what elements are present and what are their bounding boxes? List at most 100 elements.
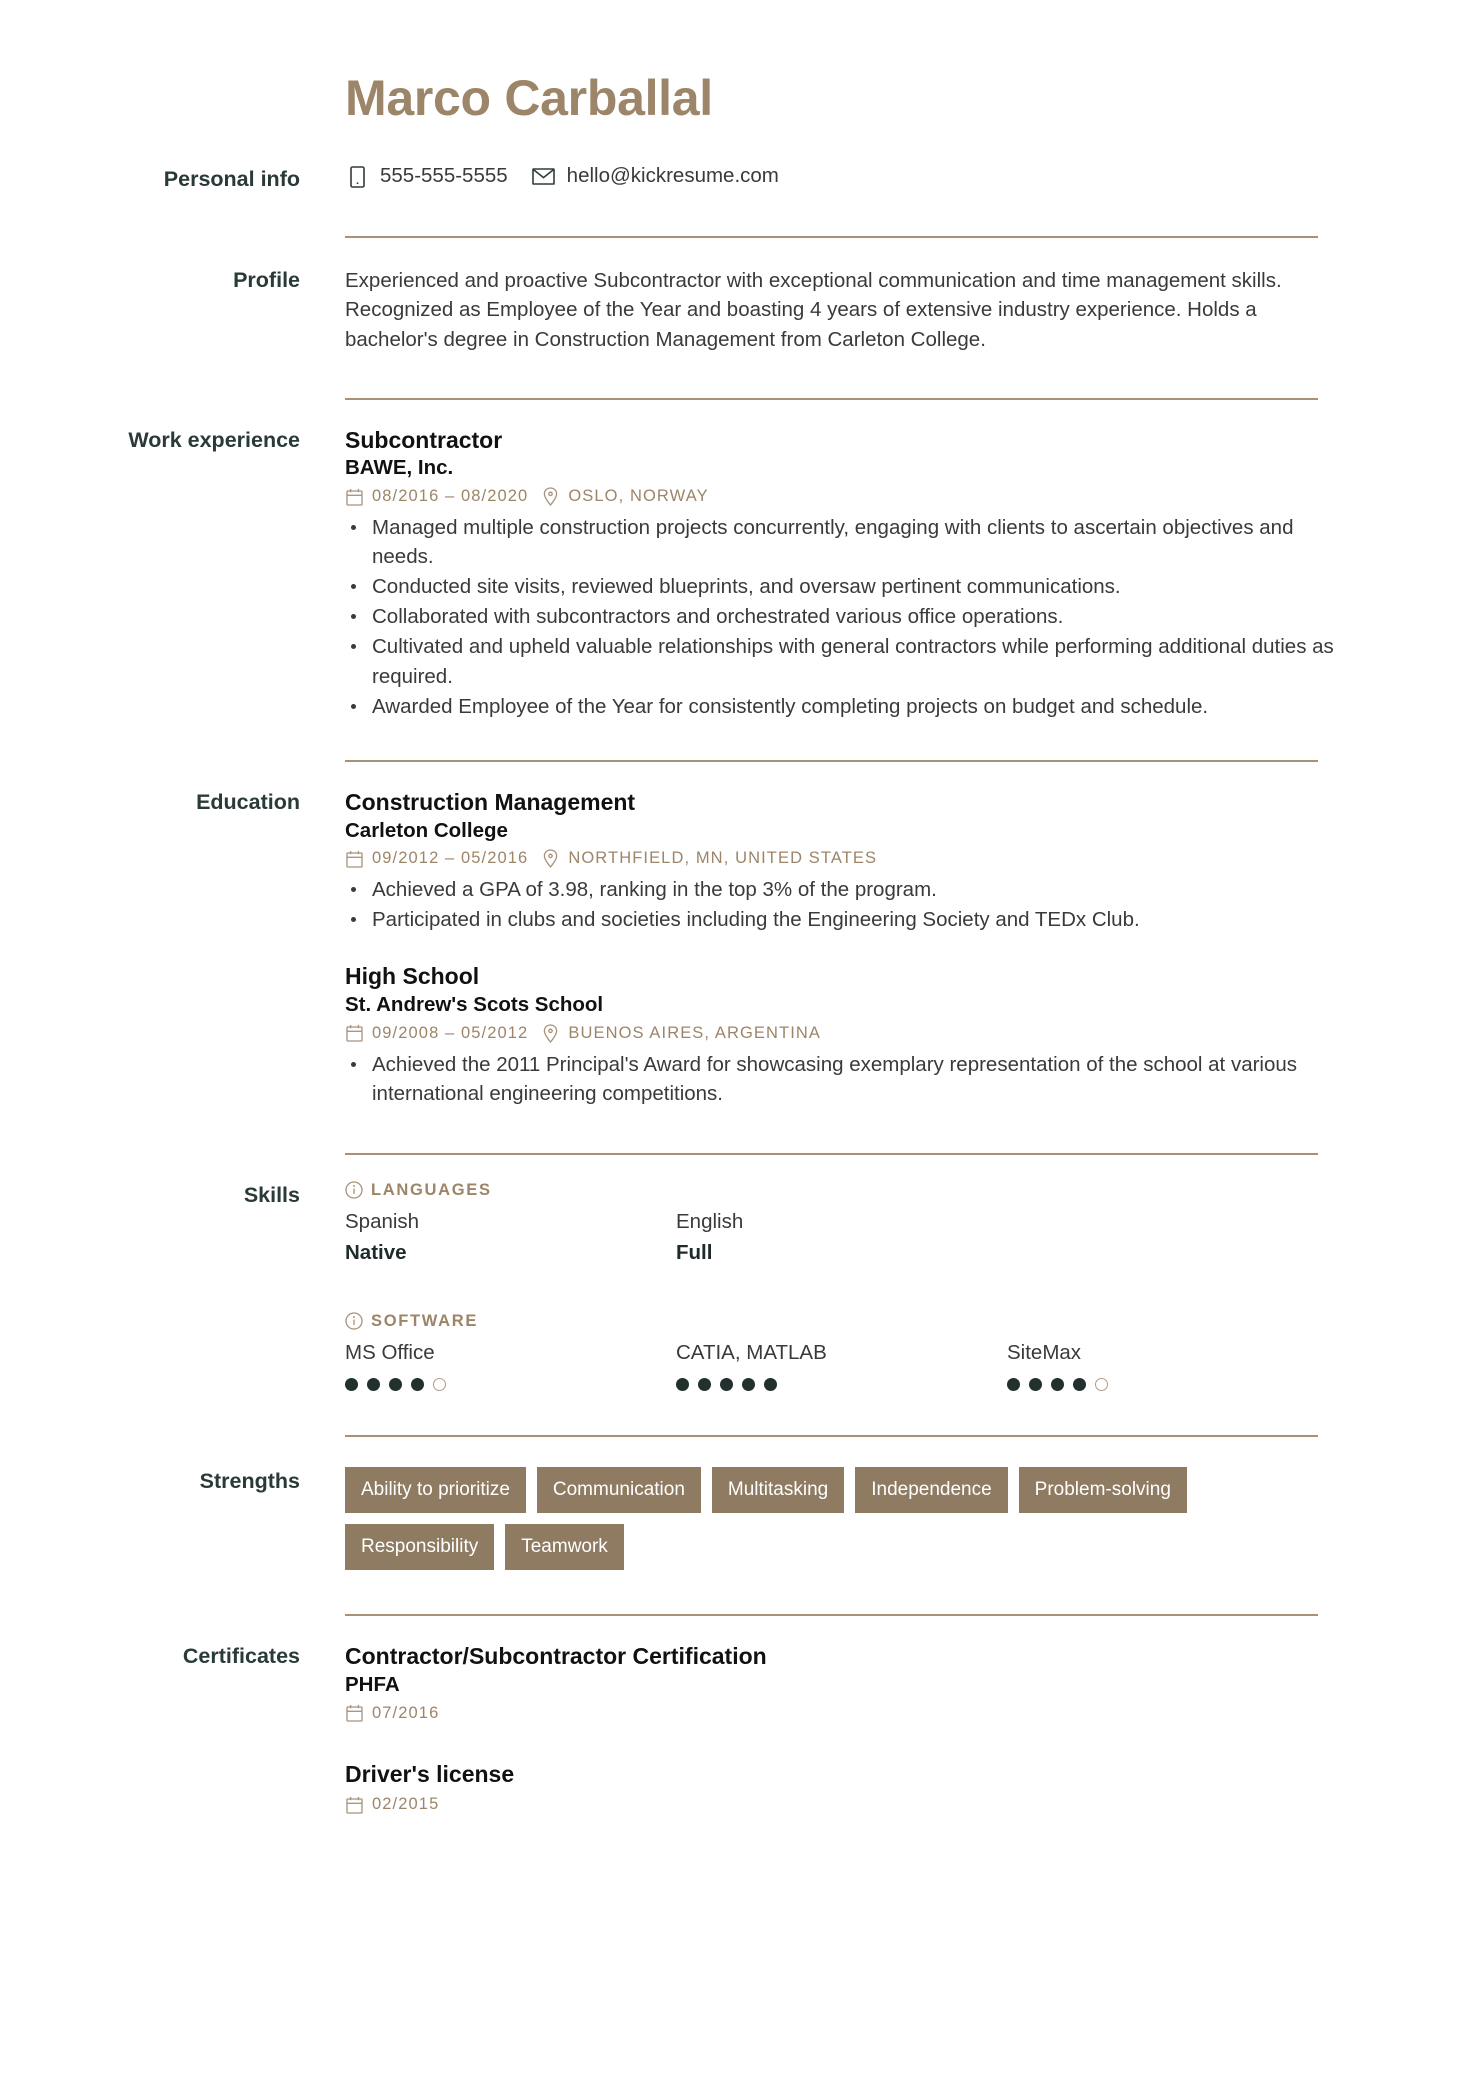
section-label-personal-info: Personal info: [163, 166, 300, 191]
rating-dot-filled: [1051, 1377, 1064, 1391]
rating-dot-filled: [742, 1377, 755, 1391]
language-level: Native: [345, 1240, 407, 1264]
language-name: Spanish: [345, 1209, 420, 1233]
section-profile: Profile Experienced and proactive Subcon…: [0, 266, 1393, 353]
skills-group-heading: LANGUAGES: [345, 1181, 1338, 1199]
section-work-experience: Work experience Subcontractor BAWE, Inc.: [0, 400, 1393, 722]
certificate-issuer: PHFA: [345, 1672, 400, 1696]
calendar-icon: [345, 1024, 364, 1043]
section-education: Education Construction Management Carlet…: [0, 762, 1393, 1109]
date-range-value: 09/2012 – 05/2016: [372, 849, 529, 868]
date-range-value: 08/2016 – 08/2020: [372, 487, 529, 506]
rating-dot-filled: [720, 1377, 733, 1391]
location-pin-icon: [541, 1024, 560, 1043]
strength-tag: Problem-solving: [1018, 1466, 1187, 1513]
language-item: English Full: [676, 1208, 1007, 1266]
certificate-title: Contractor/Subcontractor Certification: [345, 1642, 767, 1669]
calendar-icon: [345, 487, 364, 506]
personal-info-content: 555-555-5555 hello@kickresume.com: [345, 165, 1393, 193]
list-item: Achieved a GPA of 3.98, ranking in the t…: [345, 875, 1338, 904]
school-name: Carleton College: [345, 818, 508, 842]
strengths-content: Ability to prioritize Communication Mult…: [345, 1466, 1393, 1570]
certificate-meta: 02/2015: [345, 1795, 1338, 1814]
software-name: SiteMax: [1007, 1341, 1082, 1365]
work-experience-content: Subcontractor BAWE, Inc. 08/2016 – 08/20…: [345, 426, 1393, 722]
rating-dot-filled: [764, 1377, 777, 1391]
degree-title: Construction Management: [345, 788, 636, 815]
certificates-content: Contractor/Subcontractor Certification P…: [345, 1642, 1393, 1814]
section-certificates: Certificates Contractor/Subcontractor Ce…: [0, 1616, 1393, 1814]
phone-contact[interactable]: 555-555-5555: [345, 165, 508, 189]
resume-page: Marco Carballal Personal info 555-555-55…: [0, 0, 1468, 1814]
list-item: Collaborated with subcontractors and orc…: [345, 602, 1338, 631]
section-personal-info: Personal info 555-555-5555 hello@kickres…: [0, 165, 1393, 193]
date-range: 09/2008 – 05/2012: [345, 1024, 528, 1043]
list-item: Participated in clubs and societies incl…: [345, 905, 1338, 934]
skills-content: LANGUAGES Spanish Native English Full SO…: [345, 1181, 1393, 1391]
calendar-icon: [345, 849, 364, 868]
location: NORTHFIELD, MN, UNITED STATES: [541, 849, 878, 869]
rating-dot-filled: [698, 1377, 711, 1391]
rating-dot-filled: [1007, 1377, 1020, 1391]
list-item: Managed multiple construction projects c…: [345, 513, 1338, 571]
software-item: MS Office: [345, 1339, 676, 1391]
strength-tag: Responsibility: [345, 1523, 495, 1570]
work-entry: Subcontractor BAWE, Inc. 08/2016 – 08/20…: [345, 426, 1338, 721]
language-level: Full: [676, 1240, 713, 1264]
info-icon: [345, 1312, 363, 1330]
calendar-icon: [345, 1703, 364, 1722]
skills-group-label: SOFTWARE: [371, 1312, 479, 1331]
certificate-entry: Driver's license 02/2015: [345, 1760, 1338, 1814]
language-name: English: [676, 1209, 744, 1233]
location-value: NORTHFIELD, MN, UNITED STATES: [568, 849, 878, 868]
education-bullets: Achieved the 2011 Principal's Award for …: [345, 1050, 1338, 1108]
date-range: 09/2012 – 05/2016: [345, 849, 528, 868]
location-value: OSLO, NORWAY: [568, 487, 709, 506]
section-label-certificates: Certificates: [182, 1643, 300, 1668]
profile-text: Experienced and proactive Subcontractor …: [345, 269, 1282, 351]
strength-tag: Independence: [855, 1466, 1008, 1513]
degree-title: High School: [345, 963, 480, 990]
section-label-skills: Skills: [243, 1182, 300, 1207]
phone-value: 555-555-5555: [380, 164, 508, 188]
rating-dot-filled: [676, 1377, 689, 1391]
date: 07/2016: [345, 1703, 439, 1722]
strength-tag: Teamwork: [505, 1523, 624, 1570]
rating-dots: [1007, 1377, 1338, 1391]
strength-tag-list: Ability to prioritize Communication Mult…: [345, 1466, 1270, 1570]
rating-dots: [676, 1377, 1007, 1391]
education-meta: 09/2008 – 05/2012 BUENOS AIRES, ARGENTIN…: [345, 1024, 1338, 1043]
list-item: Achieved the 2011 Principal's Award for …: [345, 1050, 1338, 1108]
date-value: 07/2016: [372, 1703, 440, 1722]
candidate-name: Marco Carballal: [345, 70, 713, 126]
location-pin-icon: [541, 849, 560, 869]
list-item: Cultivated and upheld valuable relations…: [345, 632, 1338, 690]
section-strengths: Strengths Ability to prioritize Communic…: [0, 1437, 1393, 1570]
info-icon: [345, 1181, 363, 1199]
strength-tag: Communication: [536, 1466, 701, 1513]
skills-group-software: SOFTWARE MS Office CATIA, MATLAB SiteMax: [345, 1312, 1338, 1391]
skills-group-label: LANGUAGES: [371, 1180, 492, 1199]
email-contact[interactable]: hello@kickresume.com: [532, 165, 779, 189]
rating-dot-filled: [345, 1377, 358, 1391]
work-bullets: Managed multiple construction projects c…: [345, 513, 1338, 721]
email-value: hello@kickresume.com: [566, 164, 779, 188]
skills-group-heading: SOFTWARE: [345, 1312, 1338, 1330]
divider: [345, 236, 1318, 239]
education-bullets: Achieved a GPA of 3.98, ranking in the t…: [345, 875, 1338, 934]
software-item: SiteMax: [1007, 1339, 1338, 1391]
education-content: Construction Management Carleton College…: [345, 788, 1393, 1109]
rating-dot-filled: [1073, 1377, 1086, 1391]
header: Marco Carballal: [0, 0, 1393, 125]
rating-dot-filled: [367, 1377, 380, 1391]
date-range-value: 09/2008 – 05/2012: [372, 1023, 529, 1042]
company-name: BAWE, Inc.: [345, 456, 454, 480]
certificate-meta: 07/2016: [345, 1703, 1338, 1722]
profile-content: Experienced and proactive Subcontractor …: [345, 266, 1393, 353]
education-entry: High School St. Andrew's Scots School 09…: [345, 962, 1338, 1108]
section-label-education: Education: [196, 789, 300, 814]
section-label-strengths: Strengths: [199, 1468, 300, 1493]
date-value: 02/2015: [372, 1795, 440, 1814]
rating-dots: [345, 1377, 676, 1391]
software-name: CATIA, MATLAB: [676, 1341, 827, 1365]
